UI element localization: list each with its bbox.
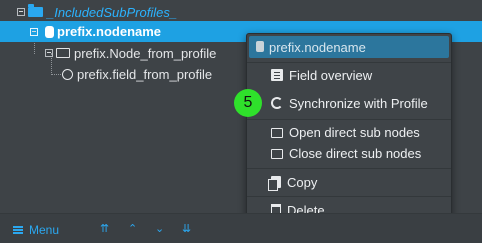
tree-node-included-subprofiles[interactable]: _IncludedSubProfiles_ <box>17 2 177 22</box>
menu-item-label: Copy <box>287 174 318 190</box>
list-icon <box>271 69 283 81</box>
menu-item-field-overview[interactable]: Field overview <box>247 65 451 85</box>
tree-node-label: prefix.Node_from_profile <box>74 45 217 61</box>
menu-item-close-sub-nodes[interactable]: Close direct sub nodes <box>247 143 451 163</box>
field-circle-icon <box>62 68 73 80</box>
menu-separator <box>247 196 451 197</box>
tree-node-field[interactable]: prefix.field_from_profile <box>62 64 212 84</box>
folder-icon <box>271 149 283 159</box>
tree-panel: _IncludedSubProfiles_ prefix.nodename pr… <box>0 0 482 243</box>
collapse-toggle-icon[interactable] <box>30 27 38 36</box>
copy-icon <box>268 176 281 191</box>
collapse-toggle-icon[interactable] <box>17 8 25 16</box>
step-number-badge: 5 <box>234 89 262 117</box>
menu-separator <box>247 62 451 63</box>
folder-open-icon <box>56 48 70 58</box>
scroll-top-icon[interactable]: ⇈ <box>100 222 109 235</box>
tree-connector <box>51 74 61 75</box>
folder-open-icon <box>271 128 283 138</box>
menu-item-label: Open direct sub nodes <box>289 124 420 140</box>
menu-item-label: Synchronize with Profile <box>289 95 428 111</box>
tree-node-label: _IncludedSubProfiles_ <box>47 4 178 20</box>
scroll-bottom-icon[interactable]: ⇊ <box>182 222 191 235</box>
collapse-toggle-icon[interactable] <box>45 49 53 57</box>
tree-node-child[interactable]: prefix.Node_from_profile <box>45 43 216 63</box>
node-icon <box>256 41 264 52</box>
menu-item-open-sub-nodes[interactable]: Open direct sub nodes <box>247 122 451 142</box>
folder-icon <box>28 4 43 17</box>
context-menu: prefix.nodename Field overview Synchroni… <box>246 33 452 225</box>
menu-item-copy[interactable]: Copy <box>247 172 451 192</box>
tree-node-label: prefix.field_from_profile <box>77 66 213 82</box>
menu-separator <box>247 119 451 120</box>
menu-button[interactable]: Menu <box>13 223 59 237</box>
sync-icon <box>271 97 283 109</box>
menu-separator <box>247 168 451 169</box>
scroll-up-icon[interactable]: ⌃ <box>128 222 137 235</box>
node-icon <box>45 25 54 38</box>
bottom-toolbar: Menu ⇈ ⌃ ⌄ ⇊ <box>0 213 482 243</box>
context-menu-title: prefix.nodename <box>269 40 366 55</box>
menu-item-label: Close direct sub nodes <box>289 145 422 161</box>
menu-button-label: Menu <box>29 223 60 237</box>
scroll-down-icon[interactable]: ⌄ <box>155 222 164 235</box>
hamburger-icon <box>13 226 23 234</box>
menu-item-label: Field overview <box>289 67 373 83</box>
menu-item-synchronize[interactable]: Synchronize with Profile <box>247 93 451 113</box>
tree-node-label: prefix.nodename <box>57 24 162 39</box>
